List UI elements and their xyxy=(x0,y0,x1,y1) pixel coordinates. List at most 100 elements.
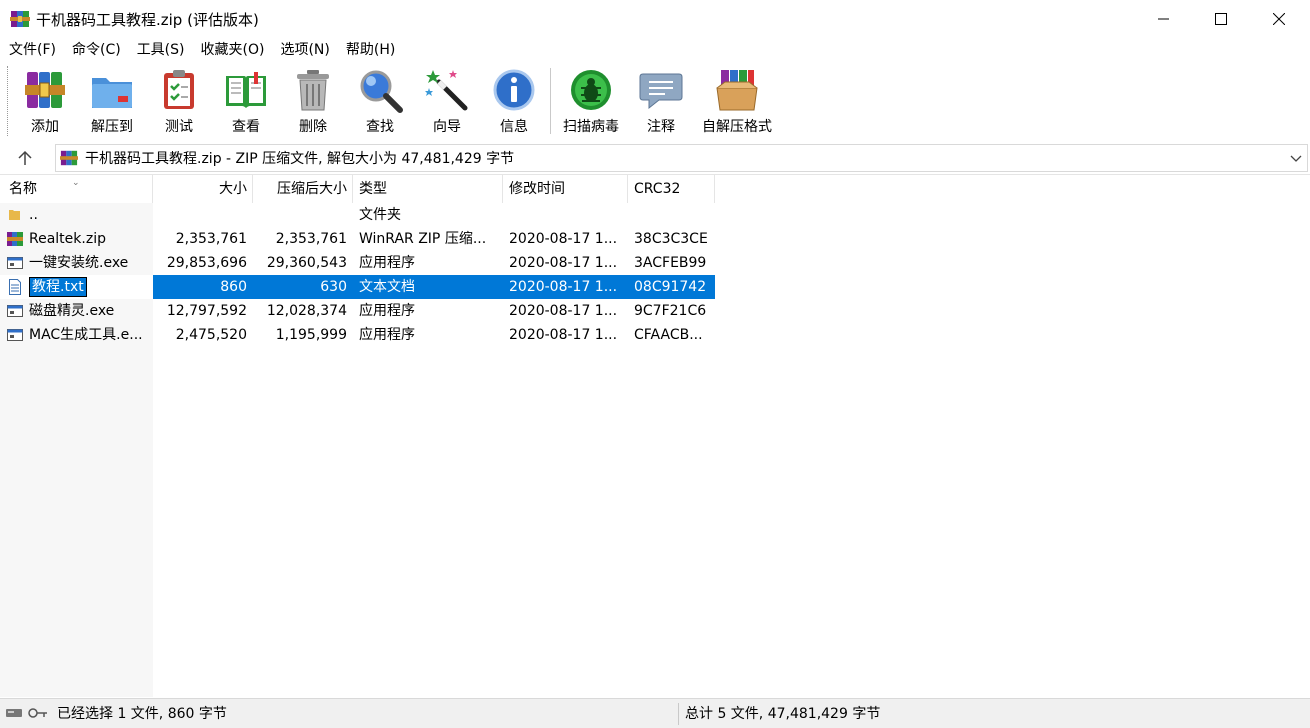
exe-icon xyxy=(7,305,23,317)
file-packed-size: 2,353,761 xyxy=(275,231,347,247)
file-modified: 2020-08-17 1... xyxy=(509,231,618,247)
drive-key-icon[interactable] xyxy=(6,706,48,720)
status-bar: 已经选择 1 文件, 860 字节 总计 5 文件, 47,481,429 字节 xyxy=(0,698,1310,728)
file-size: 29,853,696 xyxy=(166,255,247,271)
toolbar: 添加 解压到 测试 查看 删除 查找 向导 信息 扫描病毒 注释 自解压格式 xyxy=(0,62,1310,142)
file-modified: 2020-08-17 1... xyxy=(509,303,618,319)
col-header-size[interactable]: 大小 xyxy=(153,175,253,203)
col-header-modified[interactable]: 修改时间 xyxy=(503,175,628,203)
menu-tools[interactable]: 工具(S) xyxy=(128,38,192,62)
exe-icon xyxy=(7,329,23,341)
chevron-down-icon[interactable] xyxy=(1289,151,1303,165)
menu-help[interactable]: 帮助(H) xyxy=(337,38,402,62)
virus-scan-label: 扫描病毒 xyxy=(563,119,619,135)
wizard-button[interactable]: 向导 xyxy=(423,66,471,138)
file-size: 12,797,592 xyxy=(166,303,247,319)
selection-status: 已经选择 1 文件, 860 字节 xyxy=(57,706,227,722)
file-modified: 2020-08-17 1... xyxy=(509,279,618,295)
delete-button[interactable]: 删除 xyxy=(289,66,337,138)
file-modified: 2020-08-17 1... xyxy=(509,255,618,271)
find-button[interactable]: 查找 xyxy=(355,66,405,138)
view-button[interactable]: 查看 xyxy=(221,66,271,138)
file-type: WinRAR ZIP 压缩... xyxy=(359,231,487,247)
file-type: 应用程序 xyxy=(359,255,415,271)
menu-bar: 文件(F) 命令(C) 工具(S) 收藏夹(O) 选项(N) 帮助(H) xyxy=(0,38,402,62)
sort-indicator-icon: ⌄ xyxy=(72,178,80,188)
sfx-button[interactable]: 自解压格式 xyxy=(698,66,776,138)
archive-path-combobox[interactable]: 干机器码工具教程.zip - ZIP 压缩文件, 解包大小为 47,481,42… xyxy=(55,144,1308,172)
file-modified xyxy=(503,203,628,227)
winrar-app-icon[interactable] xyxy=(10,9,30,29)
file-name: .. xyxy=(29,207,38,223)
menu-commands[interactable]: 命令(C) xyxy=(63,38,128,62)
menu-file[interactable]: 文件(F) xyxy=(0,38,63,62)
file-packed-size: 29,360,543 xyxy=(266,255,347,271)
address-row: 干机器码工具教程.zip - ZIP 压缩文件, 解包大小为 47,481,42… xyxy=(0,142,1310,174)
file-name: Realtek.zip xyxy=(29,231,106,247)
add-archive-icon xyxy=(25,72,65,108)
file-type: 文件夹 xyxy=(359,207,401,223)
file-packed-size: 630 xyxy=(320,279,347,295)
magic-wand-icon xyxy=(425,70,468,111)
minimize-button[interactable] xyxy=(1135,0,1193,38)
file-crc: CFAACB... xyxy=(634,327,703,343)
sfx-label: 自解压格式 xyxy=(702,119,772,135)
test-button[interactable]: 测试 xyxy=(155,66,203,138)
text-file-icon xyxy=(9,279,21,295)
col-header-packed[interactable]: 压缩后大小 xyxy=(253,175,353,203)
wizard-label: 向导 xyxy=(433,119,461,135)
list-item[interactable]: 一键安装统.exe 29,853,696 29,360,543 应用程序 202… xyxy=(0,251,715,275)
file-list[interactable]: 名称 ⌄ 大小 压缩后大小 类型 修改时间 CRC32 .. 文件夹 Realt… xyxy=(0,174,1310,697)
file-size: 2,353,761 xyxy=(175,231,247,247)
col-header-name[interactable]: 名称 ⌄ xyxy=(0,175,153,203)
comment-bubble-icon xyxy=(639,73,683,110)
list-item[interactable]: MAC生成工具.e... 2,475,520 1,195,999 应用程序 20… xyxy=(0,323,715,347)
virus-scan-button[interactable]: 扫描病毒 xyxy=(560,66,622,138)
add-button[interactable]: 添加 xyxy=(21,66,69,138)
view-label: 查看 xyxy=(232,119,260,135)
total-status: 总计 5 文件, 47,481,429 字节 xyxy=(685,706,881,722)
menu-options[interactable]: 选项(N) xyxy=(271,38,336,62)
file-crc: 38C3C3CE xyxy=(634,231,708,247)
clipboard-check-icon xyxy=(164,70,194,109)
list-item[interactable]: 磁盘精灵.exe 12,797,592 12,028,374 应用程序 2020… xyxy=(0,299,715,323)
file-size: 860 xyxy=(220,279,247,295)
file-modified: 2020-08-17 1... xyxy=(509,327,618,343)
archive-path-text: 干机器码工具教程.zip - ZIP 压缩文件, 解包大小为 47,481,42… xyxy=(85,151,515,167)
col-header-type[interactable]: 类型 xyxy=(353,175,503,203)
file-type: 应用程序 xyxy=(359,327,415,343)
toolbar-grip[interactable] xyxy=(7,66,10,136)
delete-label: 删除 xyxy=(299,119,327,135)
file-name: 一键安装统.exe xyxy=(29,255,129,271)
add-label: 添加 xyxy=(31,119,59,135)
sfx-box-icon xyxy=(716,70,758,111)
col-header-name-label: 名称 xyxy=(9,181,37,197)
folder-extract-icon xyxy=(92,78,132,108)
file-crc: 9C7F21C6 xyxy=(634,303,707,319)
file-size: 2,475,520 xyxy=(175,327,247,343)
file-packed-size xyxy=(253,203,353,227)
list-header: 名称 ⌄ 大小 压缩后大小 类型 修改时间 CRC32 xyxy=(0,175,715,203)
rename-input[interactable]: 教程.txt xyxy=(29,277,87,297)
up-level-button[interactable] xyxy=(10,146,40,170)
winrar-zip-icon xyxy=(7,232,23,246)
file-packed-size: 12,028,374 xyxy=(266,303,347,319)
col-header-crc[interactable]: CRC32 xyxy=(628,175,715,203)
comment-button[interactable]: 注释 xyxy=(637,66,685,138)
file-name: 磁盘精灵.exe xyxy=(29,303,115,319)
file-crc: 08C91742 xyxy=(634,279,707,295)
extract-to-button[interactable]: 解压到 xyxy=(86,66,138,138)
maximize-button[interactable] xyxy=(1192,0,1250,38)
list-item-selected[interactable]: 教程.txt 860 630 文本文档 2020-08-17 1... 08C9… xyxy=(0,275,715,299)
winrar-archive-icon xyxy=(60,150,78,166)
close-button[interactable] xyxy=(1250,0,1308,38)
file-packed-size: 1,195,999 xyxy=(275,327,347,343)
exe-icon xyxy=(7,257,23,269)
info-icon xyxy=(493,69,535,111)
list-item[interactable]: .. 文件夹 xyxy=(0,203,715,227)
list-item[interactable]: Realtek.zip 2,353,761 2,353,761 WinRAR Z… xyxy=(0,227,715,251)
find-label: 查找 xyxy=(366,119,394,135)
menu-favorites[interactable]: 收藏夹(O) xyxy=(192,38,272,62)
info-label: 信息 xyxy=(500,119,528,135)
info-button[interactable]: 信息 xyxy=(490,66,538,138)
